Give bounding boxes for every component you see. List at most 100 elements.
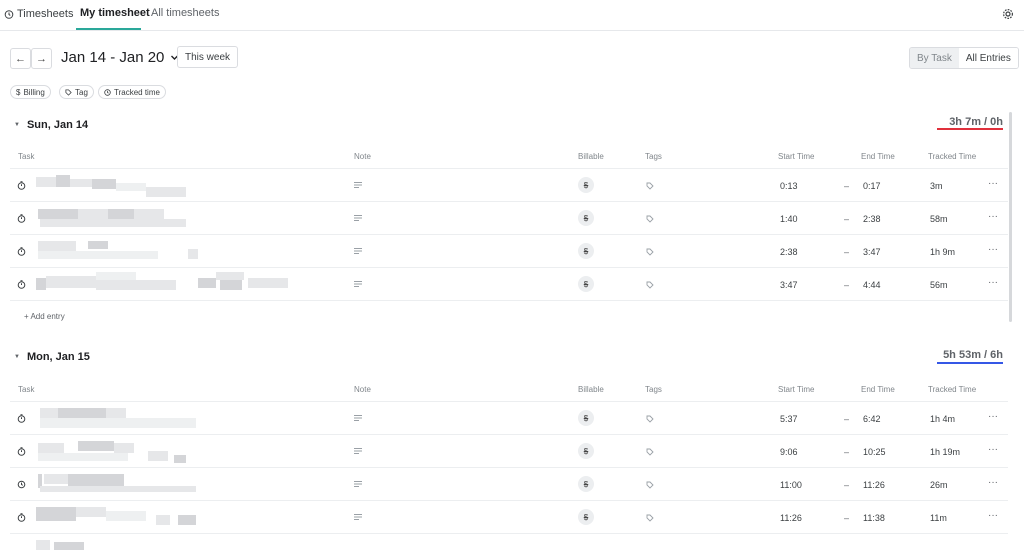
top-nav: Timesheets My timesheet All timesheets — [0, 0, 1024, 31]
tag-icon[interactable] — [646, 215, 654, 223]
this-week-button[interactable]: This week — [177, 46, 239, 68]
tracked-time-filter[interactable]: Tracked time — [98, 85, 166, 99]
week-range-label: Jan 14 - Jan 20 — [61, 49, 165, 66]
stopwatch-icon[interactable] — [17, 247, 26, 256]
billable-glyph: $ — [583, 180, 589, 190]
brand[interactable]: Timesheets — [4, 8, 73, 20]
table-row[interactable]: $ 3:47 – 4:44 56m ··· — [10, 267, 1008, 300]
start-time[interactable]: 3:47 — [780, 280, 798, 290]
note-icon[interactable] — [354, 514, 362, 520]
more-options-icon[interactable]: ··· — [988, 411, 998, 422]
stopwatch-icon[interactable] — [17, 480, 26, 489]
more-options-icon[interactable]: ··· — [988, 477, 998, 488]
tracked-time[interactable]: 11m — [930, 513, 947, 523]
non-billable-icon[interactable]: $ — [578, 476, 594, 492]
non-billable-icon[interactable]: $ — [578, 443, 594, 459]
note-icon[interactable] — [354, 481, 362, 487]
stopwatch-icon[interactable] — [17, 280, 26, 289]
tracked-time[interactable]: 58m — [930, 214, 948, 224]
start-time[interactable]: 2:38 — [780, 247, 798, 257]
table-row[interactable] — [10, 533, 1008, 550]
tracked-time[interactable]: 26m — [930, 480, 948, 490]
collapse-caret-icon[interactable]: ▼ — [14, 354, 20, 360]
scrollbar[interactable] — [1009, 112, 1012, 322]
stopwatch-icon[interactable] — [17, 214, 26, 223]
more-options-icon[interactable]: ··· — [988, 211, 998, 222]
gear-icon[interactable] — [1002, 8, 1014, 20]
table-row[interactable]: $ 5:37 – 6:42 1h 4m ··· — [10, 401, 1008, 434]
start-time[interactable]: 9:06 — [780, 447, 798, 457]
start-time[interactable]: 0:13 — [780, 181, 798, 191]
end-time[interactable]: 4:44 — [863, 280, 881, 290]
by-task-toggle[interactable]: By Task — [910, 48, 959, 68]
stopwatch-icon[interactable] — [17, 414, 26, 423]
week-range-picker[interactable]: Jan 14 - Jan 20 — [61, 49, 179, 66]
start-time[interactable]: 1:40 — [780, 214, 798, 224]
more-options-icon[interactable]: ··· — [988, 444, 998, 455]
stopwatch-icon[interactable] — [17, 447, 26, 456]
tracked-time[interactable]: 56m — [930, 280, 948, 290]
tag-icon[interactable] — [646, 448, 654, 456]
more-options-icon[interactable]: ··· — [988, 277, 998, 288]
start-time[interactable]: 5:37 — [780, 414, 798, 424]
non-billable-icon[interactable]: $ — [578, 410, 594, 426]
next-week-button[interactable]: → — [31, 48, 52, 69]
end-time[interactable]: 3:47 — [863, 247, 881, 257]
all-entries-toggle[interactable]: All Entries — [958, 48, 1018, 68]
tag-icon[interactable] — [646, 248, 654, 256]
time-separator: – — [844, 513, 850, 523]
end-time[interactable]: 11:26 — [863, 480, 885, 490]
tag-icon[interactable] — [646, 281, 654, 289]
tag-icon[interactable] — [646, 481, 654, 489]
note-icon[interactable] — [354, 281, 362, 287]
note-icon[interactable] — [354, 248, 362, 254]
tag-icon[interactable] — [646, 514, 654, 522]
note-icon[interactable] — [354, 448, 362, 454]
stopwatch-icon[interactable] — [17, 513, 26, 522]
collapse-caret-icon[interactable]: ▼ — [14, 122, 20, 128]
tracked-time[interactable]: 1h 19m — [930, 447, 960, 457]
table-row[interactable]: $ 1:40 – 2:38 58m ··· — [10, 201, 1008, 234]
add-entry-button[interactable]: + Add entry — [24, 312, 65, 321]
non-billable-icon[interactable]: $ — [578, 276, 594, 292]
end-time[interactable]: 10:25 — [863, 447, 886, 457]
tracked-time[interactable]: 1h 4m — [930, 414, 955, 424]
table-row[interactable]: $ 2:38 – 3:47 1h 9m ··· — [10, 234, 1008, 267]
end-time[interactable]: 0:17 — [863, 181, 881, 191]
start-time[interactable]: 11:00 — [780, 480, 802, 490]
tab-all-timesheets[interactable]: All timesheets — [151, 7, 219, 31]
table-row[interactable]: $ 11:00 – 11:26 26m ··· — [10, 467, 1008, 500]
day-header-mon[interactable]: ▼ Mon, Jan 15 — [14, 351, 90, 363]
non-billable-icon[interactable]: $ — [578, 177, 594, 193]
more-options-icon[interactable]: ··· — [988, 244, 998, 255]
note-icon[interactable] — [354, 215, 362, 221]
non-billable-icon[interactable]: $ — [578, 210, 594, 226]
tracked-time[interactable]: 1h 9m — [930, 247, 955, 257]
tag-filter[interactable]: Tag — [59, 85, 94, 99]
table-row[interactable]: $ 11:26 – 11:38 11m ··· — [10, 500, 1008, 533]
end-time[interactable]: 2:38 — [863, 214, 881, 224]
end-time[interactable]: 6:42 — [863, 414, 881, 424]
prev-week-button[interactable]: ← — [10, 48, 31, 69]
tag-icon[interactable] — [646, 415, 654, 423]
tracked-time[interactable]: 3m — [930, 181, 943, 191]
stopwatch-icon[interactable] — [17, 181, 26, 190]
non-billable-icon[interactable]: $ — [578, 243, 594, 259]
billing-filter[interactable]: $ Billing — [10, 85, 51, 99]
note-icon[interactable] — [354, 182, 362, 188]
column-header-tags: Tags — [645, 385, 662, 394]
start-time[interactable]: 11:26 — [780, 513, 802, 523]
tag-filter-label: Tag — [75, 87, 88, 97]
non-billable-icon[interactable]: $ — [578, 509, 594, 525]
end-time[interactable]: 11:38 — [863, 513, 885, 523]
more-options-icon[interactable]: ··· — [988, 510, 998, 521]
table-row[interactable]: $ 0:13 – 0:17 3m ··· — [10, 168, 1008, 201]
column-header-tracked: Tracked Time — [928, 152, 977, 161]
day-target: 0h — [990, 116, 1003, 128]
note-icon[interactable] — [354, 415, 362, 421]
tag-icon[interactable] — [646, 182, 654, 190]
more-options-icon[interactable]: ··· — [988, 178, 998, 189]
table-row[interactable]: $ 9:06 – 10:25 1h 19m ··· — [10, 434, 1008, 467]
day-header-sun[interactable]: ▼ Sun, Jan 14 — [14, 119, 88, 131]
day-target: 6h — [990, 349, 1003, 361]
